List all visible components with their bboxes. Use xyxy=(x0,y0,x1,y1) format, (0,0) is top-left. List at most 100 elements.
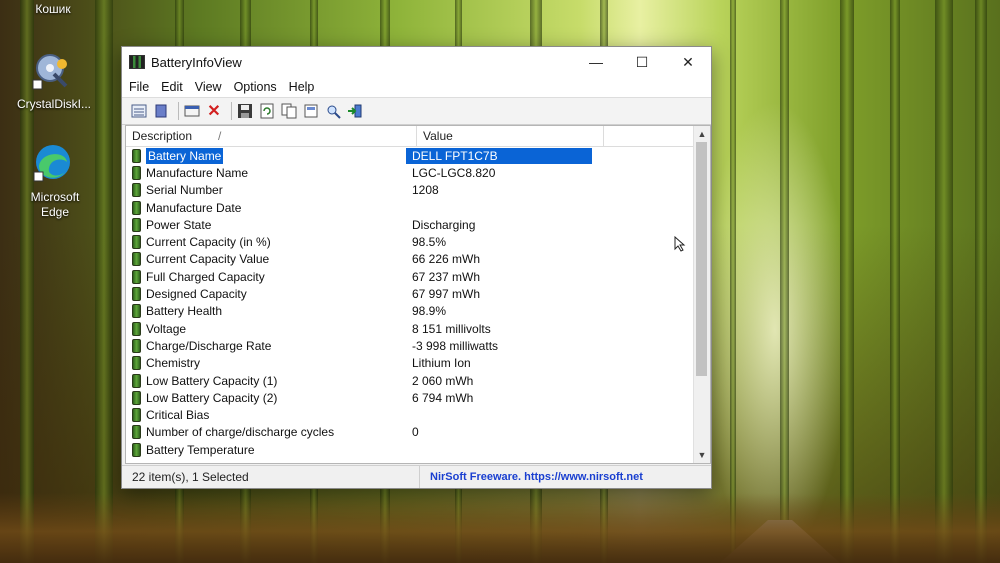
row-value: 98.5% xyxy=(412,235,447,250)
column-value[interactable]: Value xyxy=(417,126,604,146)
table-row[interactable]: Low Battery Capacity (1) 2 060 mWh xyxy=(126,372,710,389)
properties-icon[interactable] xyxy=(183,102,201,120)
table-row[interactable]: Designed Capacity 67 997 mWh xyxy=(126,285,710,302)
table-row[interactable]: Serial Number 1208 xyxy=(126,182,710,199)
row-description: Designed Capacity xyxy=(126,287,406,302)
row-value: DELL FPT1C7B xyxy=(406,147,592,164)
table-row[interactable]: Number of charge/discharge cycles 0 xyxy=(126,424,710,441)
row-description-text: Low Battery Capacity (2) xyxy=(146,390,278,405)
row-description: Low Battery Capacity (2) xyxy=(126,390,406,405)
scroll-down-icon[interactable]: ▼ xyxy=(694,447,710,463)
edge-label[interactable]: Microsoft Edge xyxy=(20,190,90,220)
edge-icon[interactable] xyxy=(33,142,73,182)
column-value-label: Value xyxy=(423,129,453,143)
toolbar: ✕ xyxy=(122,97,711,125)
recycle-bin-label[interactable]: Кошик xyxy=(33,2,73,16)
minimize-button[interactable]: — xyxy=(573,47,619,77)
battery-icon xyxy=(132,408,141,423)
battery-icon xyxy=(132,269,141,284)
row-value: 2 060 mWh xyxy=(412,373,474,388)
battery-icon xyxy=(132,442,141,457)
delete-icon[interactable]: ✕ xyxy=(205,102,223,120)
menu-edit[interactable]: Edit xyxy=(161,80,183,94)
row-description: Power State xyxy=(126,217,406,232)
nirsoft-link[interactable]: NirSoft Freeware. https://www.nirsoft.ne… xyxy=(420,466,643,488)
window-title: BatteryInfoView xyxy=(151,54,242,70)
crystaldisk-label[interactable]: CrystalDiskI... xyxy=(14,97,94,111)
table-row[interactable]: Battery Name DELL FPT1C7B xyxy=(126,147,710,164)
battery-info-list[interactable]: Description / Value Battery Name DELL FPT… xyxy=(125,125,711,464)
table-row[interactable]: Voltage 8 151 millivolts xyxy=(126,320,710,337)
row-value: 8 151 millivolts xyxy=(412,321,491,336)
battery-icon xyxy=(132,252,141,267)
row-value: 67 237 mWh xyxy=(412,269,481,284)
status-count: 22 item(s), 1 Selected xyxy=(122,466,420,488)
battery-icon xyxy=(132,373,141,388)
row-value: 1208 xyxy=(412,183,439,198)
battery-icon xyxy=(132,287,141,302)
table-row[interactable]: Power State Discharging xyxy=(126,216,710,233)
refresh-icon[interactable] xyxy=(258,102,276,120)
table-row[interactable]: Current Capacity Value 66 226 mWh xyxy=(126,251,710,268)
copy-icon[interactable] xyxy=(280,102,298,120)
row-description: Battery Temperature xyxy=(126,442,406,457)
row-value: LGC-LGC8.820 xyxy=(412,165,496,180)
row-description-text: Full Charged Capacity xyxy=(146,269,265,284)
row-value: Discharging xyxy=(412,217,476,232)
battery-icon xyxy=(132,356,141,371)
column-description[interactable]: Description / xyxy=(126,126,417,146)
row-description-text: Battery Temperature xyxy=(146,442,255,457)
table-row[interactable]: Manufacture Date xyxy=(126,199,710,216)
toolbar-separator xyxy=(178,102,179,120)
row-value: Lithium Ion xyxy=(412,356,471,371)
row-description: Number of charge/discharge cycles xyxy=(126,425,406,440)
table-row[interactable]: Full Charged Capacity 67 237 mWh xyxy=(126,268,710,285)
row-value: 0 xyxy=(412,425,419,440)
battery-icon xyxy=(132,148,141,163)
title-bar[interactable]: BatteryInfoView — ☐ ✕ xyxy=(122,47,711,77)
menu-file[interactable]: File xyxy=(129,80,149,94)
table-row[interactable]: Manufacture Name LGC-LGC8.820 xyxy=(126,164,710,181)
table-row[interactable]: Low Battery Capacity (2) 6 794 mWh xyxy=(126,389,710,406)
exit-icon[interactable] xyxy=(346,102,364,120)
table-row[interactable]: Current Capacity (in %) 98.5% xyxy=(126,233,710,250)
battery-icon xyxy=(132,338,141,353)
menu-options[interactable]: Options xyxy=(234,80,277,94)
battery-icon xyxy=(132,425,141,440)
maximize-button[interactable]: ☐ xyxy=(619,47,665,77)
row-description-text: Manufacture Name xyxy=(146,165,249,180)
scroll-thumb[interactable] xyxy=(696,142,707,376)
toolbar-separator xyxy=(231,102,232,120)
row-value: 67 997 mWh xyxy=(412,287,481,302)
table-row[interactable]: Charge/Discharge Rate -3 998 milliwatts xyxy=(126,337,710,354)
row-description: Battery Health xyxy=(126,304,406,319)
row-description-text: Current Capacity (in %) xyxy=(146,235,271,250)
row-description-text: Charge/Discharge Rate xyxy=(146,338,272,353)
table-row[interactable]: Battery Temperature xyxy=(126,441,710,458)
row-value: 98.9% xyxy=(412,304,447,319)
battery-list-icon[interactable] xyxy=(152,102,170,120)
crystaldisk-glyph-icon xyxy=(32,54,68,90)
row-description-text: Designed Capacity xyxy=(146,287,247,302)
find-icon[interactable] xyxy=(324,102,342,120)
row-description: Current Capacity (in %) xyxy=(126,235,406,250)
vertical-scrollbar[interactable]: ▲ ▼ xyxy=(693,126,710,463)
scroll-up-icon[interactable]: ▲ xyxy=(694,126,710,142)
menu-view[interactable]: View xyxy=(195,80,222,94)
row-description-text: Number of charge/discharge cycles xyxy=(146,425,335,440)
table-row[interactable]: Critical Bias xyxy=(126,406,710,423)
html-report-icon[interactable] xyxy=(302,102,320,120)
mouse-cursor-icon xyxy=(674,235,686,257)
table-row[interactable]: Battery Health 98.9% xyxy=(126,303,710,320)
crystaldisk-icon[interactable] xyxy=(32,50,72,90)
close-button[interactable]: ✕ xyxy=(665,47,711,77)
row-description-text: Serial Number xyxy=(146,183,223,198)
row-description-text: Battery Health xyxy=(146,304,223,319)
table-row[interactable]: Chemistry Lithium Ion xyxy=(126,355,710,372)
list-view-icon[interactable] xyxy=(130,102,148,120)
row-description: Full Charged Capacity xyxy=(126,269,406,284)
battery-icon xyxy=(132,321,141,336)
row-description: Voltage xyxy=(126,321,406,336)
save-icon[interactable] xyxy=(236,102,254,120)
menu-help[interactable]: Help xyxy=(289,80,315,94)
